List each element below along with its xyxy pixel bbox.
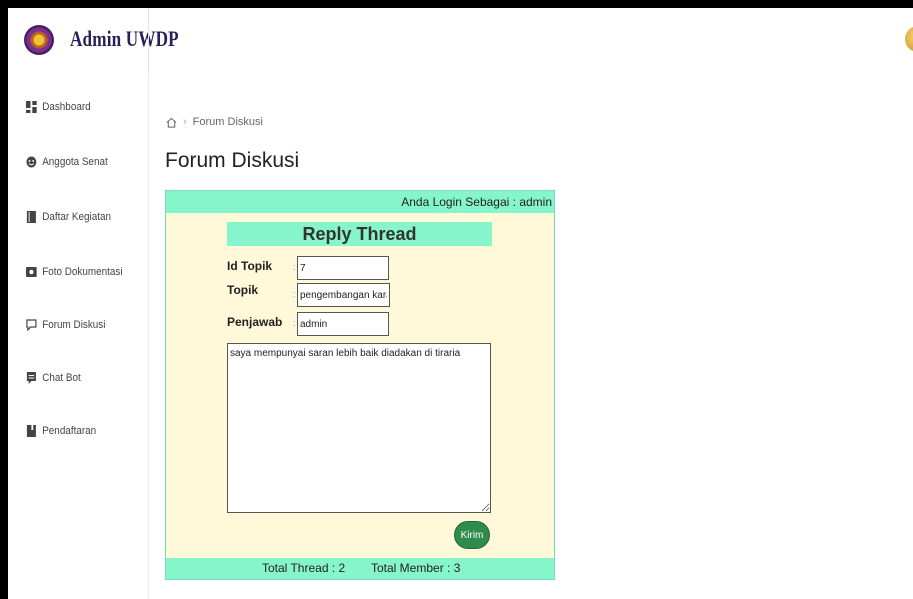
- user-circle-icon: [26, 156, 37, 168]
- sidebar-item-label: Chat Bot: [42, 372, 81, 384]
- sidebar-item-pendaftaran[interactable]: Pendaftaran: [26, 421, 96, 441]
- register-icon: [26, 425, 36, 437]
- app-window: Admin UWDP Dashboard Anggota Senat Dafta…: [8, 8, 913, 599]
- field-colon: :: [293, 289, 296, 299]
- kirim-button[interactable]: Kirim: [454, 521, 490, 549]
- sidebar-item-label: Dashboard: [42, 101, 91, 113]
- sidebar-item-anggota-senat[interactable]: Anggota Senat: [26, 152, 108, 172]
- home-icon[interactable]: [166, 117, 177, 128]
- breadcrumb-current: Forum Diskusi: [192, 116, 263, 128]
- sidebar-item-chat-bot[interactable]: Chat Bot: [26, 368, 81, 388]
- sidebar-item-forum-diskusi[interactable]: Forum Diskusi: [26, 315, 105, 335]
- sidebar: Dashboard Anggota Senat Daftar Kegiatan …: [8, 74, 149, 599]
- penjawab-input[interactable]: [297, 312, 389, 336]
- book-icon: [26, 211, 36, 223]
- field-colon: :: [293, 318, 296, 328]
- penjawab-label: Penjawab: [227, 315, 283, 329]
- field-colon: :: [293, 262, 296, 272]
- total-member: Total Member : 3: [371, 561, 461, 575]
- total-thread: Total Thread : 2: [262, 561, 346, 575]
- sidebar-item-label: Foto Dokumentasi: [42, 266, 123, 278]
- breadcrumb-separator: ›: [183, 116, 187, 128]
- page-title: Forum Diskusi: [165, 149, 300, 172]
- sidebar-item-foto-dokumentasi[interactable]: Foto Dokumentasi: [26, 262, 123, 282]
- main-content: › Forum Diskusi Forum Diskusi Anda Login…: [149, 74, 913, 599]
- sidebar-item-daftar-kegiatan[interactable]: Daftar Kegiatan: [26, 207, 111, 227]
- breadcrumb: › Forum Diskusi: [166, 116, 263, 128]
- reply-thread-card: Anda Login Sebagai : admin Reply Thread …: [165, 190, 555, 580]
- photo-icon: [26, 267, 37, 277]
- chat-icon: [26, 319, 37, 331]
- bot-icon: [26, 372, 36, 384]
- topik-input[interactable]: [297, 283, 390, 307]
- stats-bar: Total Thread : 2 Total Member : 3: [166, 558, 554, 579]
- id-topik-input[interactable]: [297, 256, 389, 280]
- header-divider: [148, 8, 149, 74]
- top-header: Admin UWDP: [8, 8, 913, 74]
- brand-title: Admin UWDP: [70, 26, 179, 51]
- user-avatar[interactable]: [905, 26, 913, 52]
- topik-label: Topik: [227, 283, 259, 297]
- dashboard-icon: [26, 101, 37, 113]
- sidebar-item-label: Anggota Senat: [42, 156, 108, 168]
- login-status: Anda Login Sebagai : admin: [166, 191, 554, 213]
- university-logo: [24, 25, 54, 55]
- reply-message-textarea[interactable]: saya mempunyai saran lebih baik diadakan…: [227, 343, 491, 513]
- sidebar-item-label: Daftar Kegiatan: [42, 211, 111, 223]
- reply-thread-heading: Reply Thread: [227, 222, 492, 246]
- sidebar-item-dashboard[interactable]: Dashboard: [26, 97, 91, 117]
- sidebar-item-label: Forum Diskusi: [42, 319, 106, 331]
- id-topik-label: Id Topik: [227, 259, 273, 273]
- sidebar-item-label: Pendaftaran: [42, 425, 97, 437]
